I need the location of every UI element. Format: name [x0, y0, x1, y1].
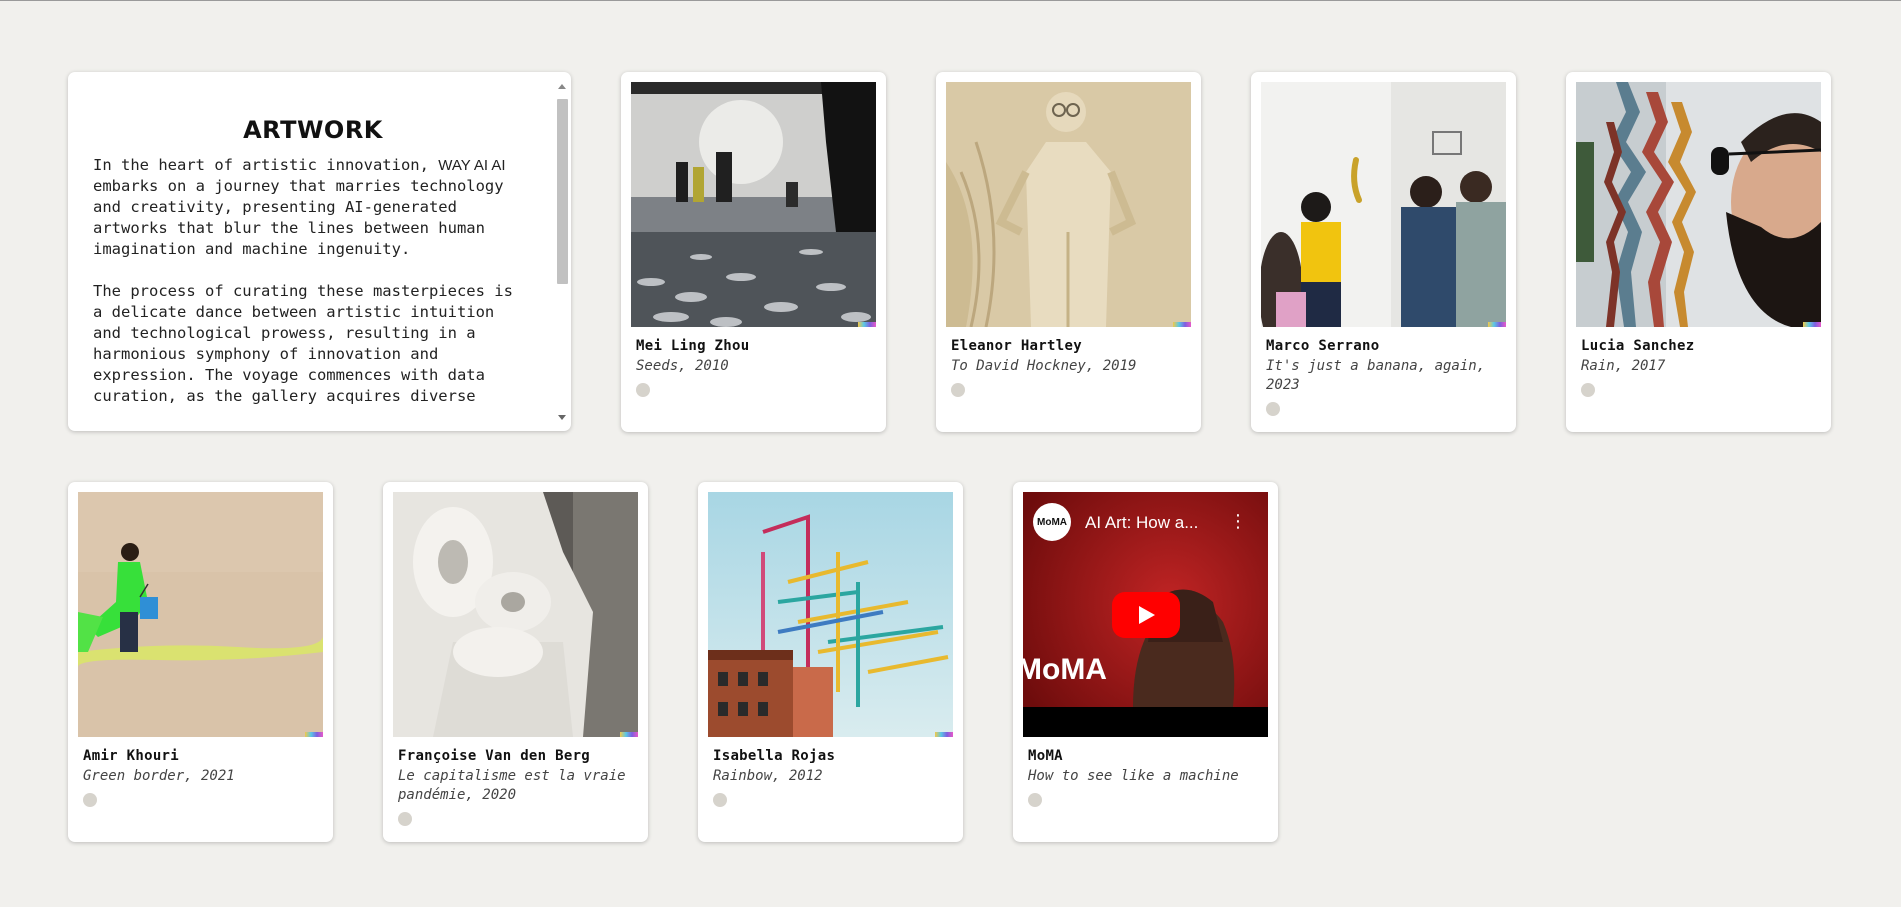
artwork-image-hockney[interactable] — [946, 82, 1191, 327]
intro-card: ARTWORK In the heart of artistic innovat… — [68, 72, 571, 431]
like-icon[interactable] — [398, 812, 412, 826]
scroll-up-arrow-icon[interactable] — [558, 84, 566, 89]
generated-badge — [1173, 322, 1191, 327]
artist-name: Eleanor Hartley — [951, 338, 1082, 354]
intro-text: In the heart of artistic innovation, — [93, 156, 439, 174]
artist-name: Françoise Van den Berg — [398, 748, 591, 764]
page-title: ARTWORK — [243, 116, 383, 144]
more-options-icon[interactable]: ⋮ — [1229, 513, 1247, 531]
intro-text: embarks on a journey that marries techno… — [93, 177, 504, 258]
video-overlay-text: MoMA — [1023, 653, 1107, 686]
artwork-title: Rainbow, 2012 — [713, 768, 823, 784]
like-icon[interactable] — [83, 793, 97, 807]
artwork-title: To David Hockney, 2019 — [951, 358, 1137, 374]
intro-scrollbar[interactable] — [555, 82, 569, 422]
generated-badge — [305, 732, 323, 737]
artwork-image-banana[interactable] — [1261, 82, 1506, 327]
artwork-card-seeds[interactable]: Mei Ling Zhou Seeds, 2010 — [621, 72, 886, 432]
artist-name: Marco Serrano — [1266, 338, 1380, 354]
intro-paragraph-1: In the heart of artistic innovation, WAY… — [93, 155, 533, 260]
channel-logo[interactable]: MoMA — [1033, 503, 1071, 541]
intro-content: ARTWORK In the heart of artistic innovat… — [93, 116, 533, 428]
artwork-title: Le capitalisme est la vraie pandémie, 20… — [398, 768, 626, 803]
scroll-down-arrow-icon[interactable] — [558, 415, 566, 420]
like-icon[interactable] — [1266, 402, 1280, 416]
intro-paragraph-2: The process of curating these masterpiec… — [93, 282, 513, 405]
generated-badge — [1488, 322, 1506, 327]
artist-name: Lucia Sanchez — [1581, 338, 1695, 354]
like-icon[interactable] — [1028, 793, 1042, 807]
like-icon[interactable] — [636, 383, 650, 397]
artwork-image-rain[interactable] — [1576, 82, 1821, 327]
artist-name: Mei Ling Zhou — [636, 338, 750, 354]
youtube-embed[interactable]: MoMA AI Art: How a... ⋮ MoMA — [1023, 492, 1268, 737]
artwork-image-seeds[interactable] — [631, 82, 876, 327]
artist-name: Isabella Rojas — [713, 748, 836, 764]
artwork-card-green-border[interactable]: Amir Khouri Green border, 2021 — [68, 482, 333, 842]
artist-name: Amir Khouri — [83, 748, 180, 764]
artwork-image-green-border[interactable] — [78, 492, 323, 737]
like-icon[interactable] — [1581, 383, 1595, 397]
artwork-title: How to see like a machine — [1028, 768, 1239, 784]
like-icon[interactable] — [951, 383, 965, 397]
artwork-image-capitalisme[interactable] — [393, 492, 638, 737]
artwork-title: Green border, 2021 — [83, 768, 235, 784]
artwork-title: It's just a banana, again, 2023 — [1266, 358, 1486, 393]
artwork-card-rainbow[interactable]: Isabella Rojas Rainbow, 2012 — [698, 482, 963, 842]
play-icon[interactable] — [1112, 592, 1180, 638]
generated-badge — [620, 732, 638, 737]
scroll-thumb[interactable] — [557, 99, 568, 284]
artwork-title: Rain, 2017 — [1581, 358, 1666, 374]
artwork-image-rainbow[interactable] — [708, 492, 953, 737]
generated-badge — [935, 732, 953, 737]
artist-name: MoMA — [1028, 748, 1063, 764]
artwork-card-rain[interactable]: Lucia Sanchez Rain, 2017 — [1566, 72, 1831, 432]
artwork-card-capitalisme[interactable]: Françoise Van den Berg Le capitalisme es… — [383, 482, 648, 842]
like-icon[interactable] — [713, 793, 727, 807]
artwork-card-hockney[interactable]: Eleanor Hartley To David Hockney, 2019 — [936, 72, 1201, 432]
generated-badge — [1803, 322, 1821, 327]
video-title[interactable]: AI Art: How a... — [1085, 513, 1198, 533]
generated-badge — [858, 322, 876, 327]
video-card-moma[interactable]: MoMA AI Art: How a... ⋮ MoMA MoMA How to… — [1013, 482, 1278, 842]
brand-name: WAY AI AI — [438, 157, 506, 174]
artwork-card-banana[interactable]: Marco Serrano It's just a banana, again,… — [1251, 72, 1516, 432]
artwork-title: Seeds, 2010 — [636, 358, 729, 374]
